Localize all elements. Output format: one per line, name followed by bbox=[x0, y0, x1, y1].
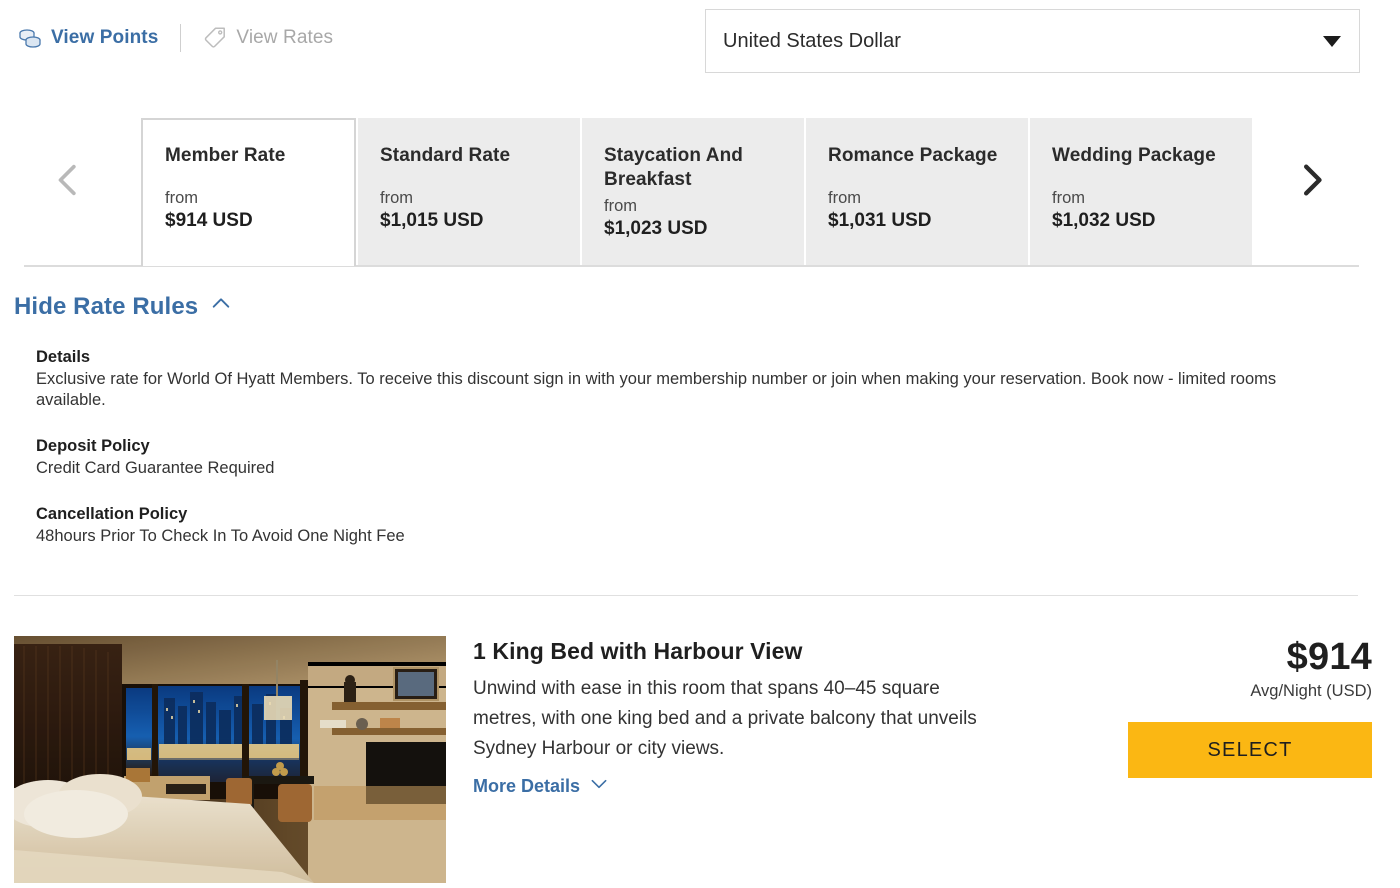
room-price-column: $914 Avg/Night (USD) SELECT bbox=[1128, 636, 1372, 778]
room-photo[interactable] bbox=[14, 636, 446, 883]
rate-tab-from-label: from bbox=[828, 189, 861, 207]
rate-tab-name: Romance Package bbox=[828, 145, 998, 166]
rate-tab-romance-package[interactable]: Romance Package from $1,031 USD bbox=[806, 118, 1028, 266]
view-mode-toggles: View Points View Rates bbox=[18, 24, 333, 52]
more-details-toggle[interactable]: More Details bbox=[473, 774, 609, 799]
rate-tab-price: $1,031 USD bbox=[828, 210, 932, 231]
rate-tab-name: Standard Rate bbox=[380, 145, 511, 166]
rate-tab-staycation-and-breakfast[interactable]: Staycation And Breakfast from $1,023 USD bbox=[582, 118, 804, 266]
chevron-down-icon bbox=[589, 774, 609, 799]
rate-tab-price: $1,015 USD bbox=[380, 210, 484, 231]
rate-tab-from-label: from bbox=[165, 189, 198, 207]
view-points-label: View Points bbox=[51, 27, 159, 48]
rate-tab-price: $1,023 USD bbox=[604, 218, 708, 239]
chevron-down-icon bbox=[1323, 35, 1341, 47]
chevron-left-icon bbox=[48, 160, 88, 205]
rate-tab-from-label: from bbox=[380, 189, 413, 207]
rate-tab-name: Member Rate bbox=[165, 145, 286, 166]
more-details-label: More Details bbox=[473, 776, 581, 796]
rule-text: Exclusive rate for World Of Hyatt Member… bbox=[36, 370, 1277, 409]
hide-rate-rules-toggle[interactable]: Hide Rate Rules bbox=[14, 292, 232, 321]
carousel-prev-button[interactable] bbox=[46, 160, 90, 204]
view-rates-toggle[interactable]: View Rates bbox=[203, 26, 333, 50]
rate-tab-name: Staycation And Breakfast bbox=[604, 145, 743, 190]
rate-tab-name: Wedding Package bbox=[1052, 145, 1216, 166]
room-title: 1 King Bed with Harbour View bbox=[473, 638, 803, 664]
rate-rule-cancellation-policy: Cancellation Policy 48hours Prior To Che… bbox=[36, 503, 1336, 547]
rate-tab-member-rate[interactable]: Member Rate from $914 USD bbox=[141, 118, 356, 266]
coins-icon bbox=[18, 26, 42, 50]
hide-rate-rules-label: Hide Rate Rules bbox=[14, 292, 199, 320]
rate-tab-track: Member Rate from $914 USD Standard Rate … bbox=[141, 118, 1252, 266]
chevron-right-icon bbox=[1292, 160, 1332, 205]
chevron-up-icon bbox=[210, 292, 232, 321]
rate-rule-details: Details Exclusive rate for World Of Hyat… bbox=[36, 346, 1336, 411]
currency-selected-value: United States Dollar bbox=[723, 29, 901, 52]
section-divider bbox=[14, 595, 1358, 596]
room-description: Unwind with ease in this room that spans… bbox=[473, 678, 977, 759]
rate-tab-price: $1,032 USD bbox=[1052, 210, 1156, 231]
toggle-divider bbox=[180, 24, 182, 52]
rate-tab-from-label: from bbox=[1052, 189, 1085, 207]
rate-rules-body: Details Exclusive rate for World Of Hyat… bbox=[36, 346, 1336, 547]
select-button[interactable]: SELECT bbox=[1128, 722, 1372, 778]
view-rates-label: View Rates bbox=[236, 27, 334, 48]
rate-tab-standard-rate[interactable]: Standard Rate from $1,015 USD bbox=[358, 118, 580, 266]
currency-select[interactable]: United States Dollar bbox=[705, 9, 1360, 73]
price-tag-icon bbox=[203, 26, 227, 50]
rate-tab-from-label: from bbox=[604, 197, 637, 215]
view-points-toggle[interactable]: View Points bbox=[18, 26, 158, 50]
room-price-caption: Avg/Night (USD) bbox=[1250, 682, 1372, 700]
top-bar: View Points View Rates United States Dol… bbox=[0, 0, 1400, 82]
rate-rule-deposit-policy: Deposit Policy Credit Card Guarantee Req… bbox=[36, 435, 1336, 479]
rule-text: 48hours Prior To Check In To Avoid One N… bbox=[36, 527, 405, 545]
rule-title: Deposit Policy bbox=[36, 437, 150, 455]
rate-tab-wedding-package[interactable]: Wedding Package from $1,032 USD bbox=[1030, 118, 1252, 266]
room-info: 1 King Bed with Harbour View Unwind with… bbox=[473, 636, 1113, 799]
carousel-next-button[interactable] bbox=[1290, 160, 1334, 204]
room-price: $914 bbox=[1286, 636, 1372, 678]
rate-tab-price: $914 USD bbox=[165, 210, 253, 231]
rule-text: Credit Card Guarantee Required bbox=[36, 459, 275, 477]
rule-title: Details bbox=[36, 348, 91, 366]
rule-title: Cancellation Policy bbox=[36, 505, 188, 523]
